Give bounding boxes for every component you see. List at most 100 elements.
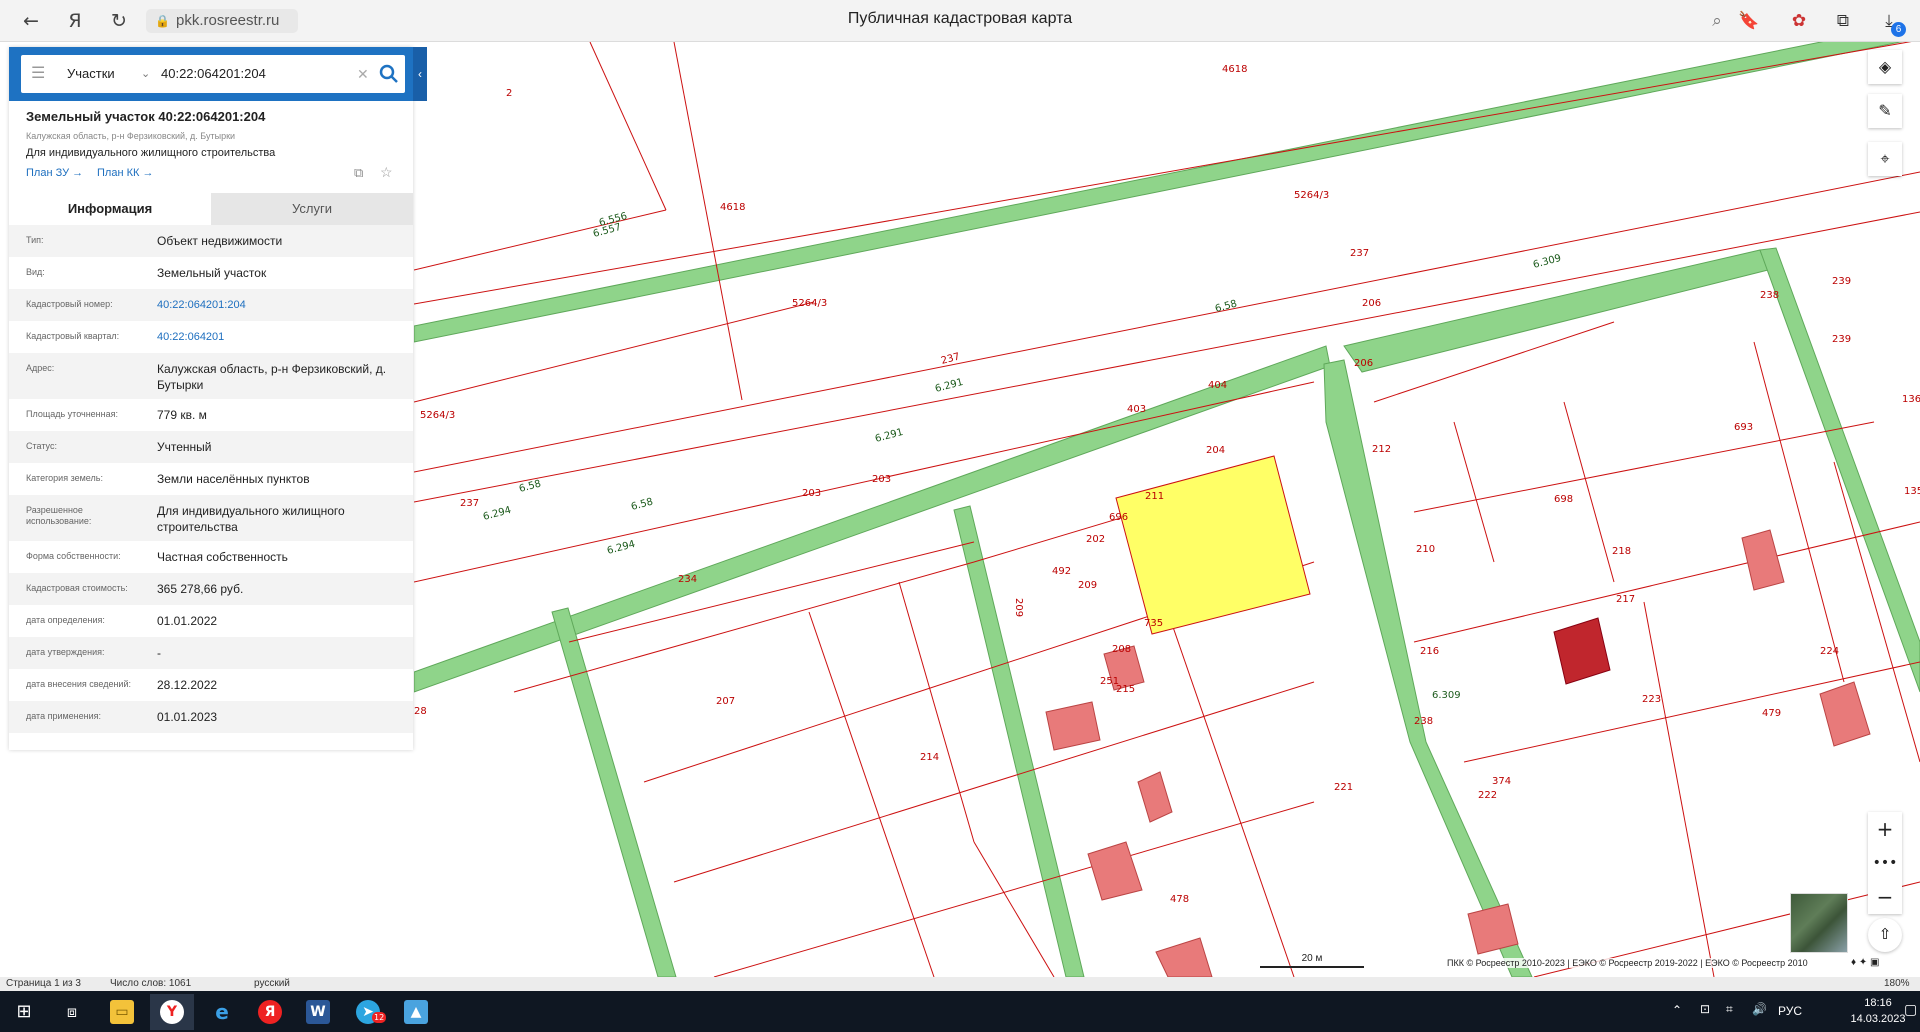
property-value: 01.01.2023: [157, 710, 218, 724]
map-label: 212: [1372, 444, 1391, 455]
map-label: 224: [1820, 646, 1839, 657]
word-icon[interactable]: W: [296, 994, 340, 1030]
task-view-icon[interactable]: ⧈: [50, 994, 94, 1030]
map-label: 237: [940, 351, 961, 367]
favorite-star-icon[interactable]: ☆: [380, 164, 393, 181]
map-label: 237: [460, 498, 479, 509]
property-row: Площадь уточненная: 779 кв. м: [9, 399, 413, 431]
yandex-icon[interactable]: Я: [248, 994, 292, 1030]
map-layer[interactable]: 2461846185264/35264/35264/36.5566.5576.3…: [414, 42, 1920, 977]
file-explorer-icon[interactable]: ▭: [100, 994, 144, 1030]
zoom-in-button[interactable]: +: [1868, 812, 1902, 846]
map-label: 6.294: [606, 539, 637, 557]
road-right-vertical: [1323, 359, 1533, 977]
compass-icon[interactable]: ⇧: [1868, 918, 1902, 952]
map-label: 216: [1420, 646, 1439, 657]
map-label: 6.58: [630, 497, 654, 513]
map-label: 206: [1362, 298, 1381, 309]
building-698: [1553, 617, 1611, 685]
language-indicator[interactable]: РУС: [1778, 1004, 1802, 1018]
reload-icon[interactable]: ↻: [106, 8, 132, 34]
property-value: 28.12.2022: [157, 678, 218, 692]
clock[interactable]: 18:16 14.03.2023: [1846, 995, 1910, 1027]
property-value: 365 278,66 руб.: [157, 582, 244, 596]
search-input[interactable]: [161, 55, 351, 93]
start-windows-icon[interactable]: ⊞: [2, 994, 46, 1030]
map-label: 28: [414, 706, 427, 717]
tab-services[interactable]: Услуги: [211, 193, 413, 225]
property-key: Кадастровая стоимость:: [26, 583, 128, 593]
property-key: Вид:: [26, 267, 45, 277]
photos-icon[interactable]: ▲: [394, 994, 438, 1030]
yandex-browser-icon[interactable]: Y: [150, 994, 194, 1030]
search-type-select[interactable]: Участки: [67, 55, 115, 93]
search-icon[interactable]: [379, 64, 399, 84]
chevron-down-icon[interactable]: ⌄: [141, 55, 150, 93]
telegram-icon[interactable]: ➤ 12: [346, 994, 390, 1030]
zoom-out-button[interactable]: −: [1868, 880, 1902, 914]
ruler-icon[interactable]: ✎: [1868, 94, 1902, 128]
tray-chevron-icon[interactable]: ⌃: [1672, 1003, 1682, 1017]
notifications-icon[interactable]: ▢: [1904, 1001, 1917, 1018]
property-row: дата определения: 01.01.2022: [9, 605, 413, 637]
yandex-icon[interactable]: Я: [62, 8, 88, 34]
property-row: Кадастровая стоимость: 365 278,66 руб.: [9, 573, 413, 605]
plan-kk-link[interactable]: План КК →: [97, 167, 153, 179]
tab-info[interactable]: Информация: [9, 193, 211, 225]
collapse-panel-button[interactable]: ‹: [413, 47, 427, 101]
property-value-link[interactable]: 40:22:064201:204: [157, 295, 407, 313]
property-row: Кадастровый квартал: 40:22:064201: [9, 321, 413, 353]
map-label: 203: [872, 474, 891, 485]
map-label: 479: [1762, 708, 1781, 719]
map-label: 215: [1116, 684, 1135, 695]
building-478: [1155, 937, 1213, 977]
tray-monitor-icon[interactable]: ⊡: [1700, 1002, 1710, 1016]
lock-icon: 🔒: [155, 14, 170, 28]
translate-icon[interactable]: ⌕: [1704, 8, 1730, 34]
property-key: Категория земель:: [26, 473, 103, 483]
back-icon[interactable]: ←: [18, 8, 44, 34]
attribution-icons[interactable]: ♦ ✦ ▣: [1851, 957, 1880, 968]
map-label: 234: [678, 574, 697, 585]
info-panel: ☰ Участки ⌄ ✕ ‹ Земельный участок 40:22:…: [9, 47, 427, 750]
map-label: 237: [1350, 248, 1369, 259]
bookmark-icon[interactable]: 🔖: [1736, 8, 1762, 34]
telegram-badge: 12: [372, 1012, 387, 1023]
property-key: Статус:: [26, 441, 57, 451]
taskbar: ⊞ ⧈ ▭ Y e Я W ➤ 12 ▲ ⌃ ⊡ ⌗ 🔊 РУС 18:16 14…: [0, 991, 1920, 1032]
more-icon[interactable]: •••: [1868, 846, 1902, 880]
map-label: 202: [1086, 534, 1105, 545]
plan-zu-link[interactable]: План ЗУ →: [26, 167, 83, 179]
extension-icon[interactable]: ✿: [1786, 8, 1812, 34]
basemap-switch-thumbnail[interactable]: [1790, 893, 1848, 953]
volume-icon[interactable]: 🔊: [1752, 1002, 1767, 1016]
map-label: 217: [1616, 594, 1635, 605]
map-label: 374: [1492, 776, 1511, 787]
property-row: Категория земель: Земли населённых пункто…: [9, 463, 413, 495]
menu-icon[interactable]: ☰: [31, 65, 49, 83]
property-key: Кадастровый квартал:: [26, 331, 120, 341]
property-key: Площадь уточненная:: [26, 409, 118, 419]
scale-line: [1260, 966, 1364, 968]
layers-icon[interactable]: ◈: [1868, 50, 1902, 84]
internet-explorer-icon[interactable]: e: [200, 994, 244, 1030]
map-canvas[interactable]: 2 4618 4618 5264/3 5264/3 5264/3 6.556 6.557 6.3…: [414, 42, 1920, 977]
map-label: 5264/3: [420, 410, 455, 421]
map-label: 239: [1832, 276, 1851, 287]
network-icon[interactable]: ⌗: [1726, 1002, 1733, 1017]
map-label: 214: [920, 752, 939, 763]
locate-icon[interactable]: ⌖: [1868, 142, 1902, 176]
map-copyright: ПКК © Росреестр 2010-2023 | ЕЭКО © Росре…: [1447, 958, 1808, 968]
address-bar[interactable]: 🔒 pkk.rosreestr.ru: [146, 9, 298, 33]
building-735: [1137, 771, 1173, 823]
property-value-link[interactable]: 40:22:064201: [157, 327, 407, 345]
url-text: pkk.rosreestr.ru: [176, 12, 280, 29]
collections-icon[interactable]: ⧉: [1830, 8, 1856, 34]
property-value: -: [157, 646, 161, 660]
word-page-count: Страница 1 из 3: [6, 978, 81, 989]
clear-icon[interactable]: ✕: [357, 55, 369, 93]
property-key: Кадастровый номер:: [26, 299, 113, 309]
zoom-to-object-icon[interactable]: ⧉: [354, 165, 363, 181]
map-label: 209: [1013, 598, 1024, 617]
map-label: 4618: [1222, 64, 1247, 75]
